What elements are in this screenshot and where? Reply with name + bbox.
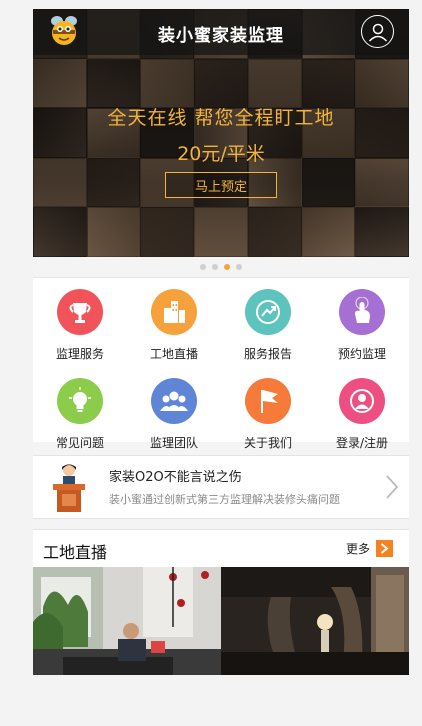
chevron-right-icon <box>386 475 399 499</box>
news-subtitle: 装小蜜通过创新式第三方监理解决装修头痛问题 <box>109 493 340 506</box>
live-section-header: 工地直播 更多 <box>33 529 409 567</box>
top-bar: 装小蜜家装监理 <box>33 9 409 55</box>
profile-icon <box>339 378 385 424</box>
menu-item-4[interactable]: 预约监理 <box>315 289 409 362</box>
menu-item-label: 关于我们 <box>243 436 292 450</box>
menu-item-1[interactable]: 监理服务 <box>33 289 127 362</box>
menu-item-label: 监理团队 <box>149 436 198 450</box>
live-photos <box>33 567 409 675</box>
live-section-title: 工地直播 <box>43 543 108 562</box>
carousel-dot-4[interactable] <box>236 264 242 270</box>
speaker-icon <box>53 464 85 512</box>
menu-item-5[interactable]: 常见问题 <box>33 378 127 451</box>
banner-slogan: 全天在线 帮您全程盯工地 <box>107 107 335 129</box>
menu-item-2[interactable]: 工地直播 <box>127 289 221 362</box>
banner-price: 20元/平米 <box>177 143 265 165</box>
trophy-icon <box>57 289 103 335</box>
lightbulb-icon <box>57 378 103 424</box>
news-item[interactable]: 家装O2O不能言说之伤 装小蜜通过创新式第三方监理解决装修头痛问题 <box>33 455 409 519</box>
report-icon <box>245 289 291 335</box>
menu-item-label: 监理服务 <box>55 347 104 361</box>
arrow-right-icon <box>376 540 393 557</box>
menu-item-8[interactable]: 登录/注册 <box>315 378 409 451</box>
menu-item-label: 登录/注册 <box>335 436 389 450</box>
more-label: 更多 <box>345 542 370 556</box>
service-menu: 监理服务 工地直播 服务报告 预约监理常见问题 监理团队 关于我们 登录/注册 <box>33 277 409 450</box>
carousel-indicator[interactable] <box>33 257 409 277</box>
more-button[interactable]: 更多 <box>346 540 393 557</box>
team-icon <box>151 378 197 424</box>
menu-item-3[interactable]: 服务报告 <box>221 289 315 362</box>
menu-item-label: 服务报告 <box>243 347 292 361</box>
app-title: 装小蜜家装监理 <box>158 26 284 46</box>
menu-item-label: 预约监理 <box>337 347 386 361</box>
tap-icon <box>339 289 385 335</box>
news-title: 家装O2O不能言说之伤 <box>109 470 242 485</box>
menu-item-7[interactable]: 关于我们 <box>221 378 315 451</box>
live-photo-living-room[interactable] <box>33 567 221 675</box>
app-screen: 装小蜜家装监理 全天在线 帮您全程盯工地 20元/平米 马上预定 监理服务工地直… <box>33 9 409 675</box>
carousel-dot-1[interactable] <box>200 264 206 270</box>
flag-icon <box>245 378 291 424</box>
menu-item-label: 常见问题 <box>55 436 104 450</box>
buildings-icon <box>151 289 197 335</box>
hero-banner[interactable]: 装小蜜家装监理 全天在线 帮您全程盯工地 20元/平米 马上预定 <box>33 9 409 257</box>
live-photo-dark-room[interactable] <box>221 567 409 675</box>
carousel-dot-2[interactable] <box>212 264 218 270</box>
book-now-button[interactable]: 马上预定 <box>165 172 277 198</box>
menu-item-label: 工地直播 <box>149 347 198 361</box>
user-icon <box>368 23 387 42</box>
menu-item-6[interactable]: 监理团队 <box>127 378 221 451</box>
carousel-dot-3[interactable] <box>224 264 230 270</box>
user-button[interactable] <box>361 15 394 48</box>
